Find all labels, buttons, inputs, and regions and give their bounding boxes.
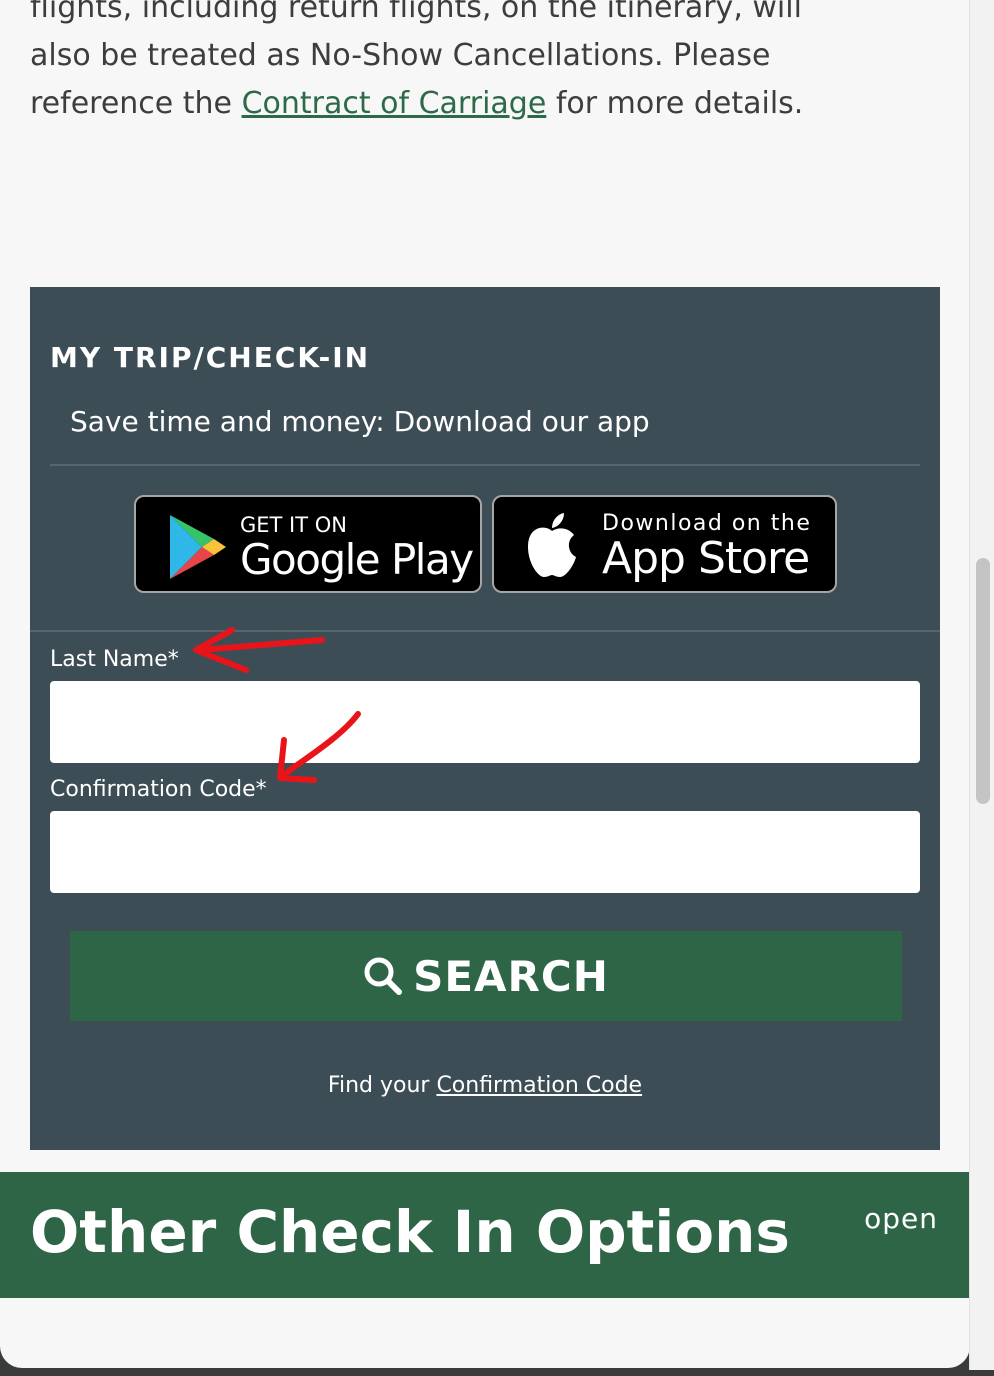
panel-title: MY TRIP/CHECK-IN (50, 341, 371, 374)
contract-of-carriage-link[interactable]: Contract of Carriage (242, 86, 547, 121)
last-name-label: Last Name* (50, 647, 179, 672)
find-confirmation-code-link[interactable]: Confirmation Code (436, 1073, 642, 1098)
confirmation-code-label: Confirmation Code* (50, 777, 267, 802)
apple-logo-icon (528, 513, 576, 577)
find-prefix: Find your (327, 1073, 437, 1098)
open-toggle[interactable]: open (864, 1202, 938, 1235)
search-icon (364, 957, 403, 995)
google-play-big-text: Google Play (240, 535, 474, 584)
last-name-input[interactable] (50, 681, 920, 763)
intro-line-1: flights, including return flights, on th… (30, 0, 802, 25)
intro-line-2: also be treated as No-Show Cancellations… (30, 38, 771, 73)
app-promo-text: Save time and money: Download our app (70, 405, 650, 438)
google-play-logo-icon (170, 515, 226, 579)
app-store-big-text: App Store (602, 533, 810, 584)
my-trip-check-in-panel: MY TRIP/CHECK-IN Save time and money: Do… (30, 287, 940, 1150)
scrollbar-thumb[interactable] (976, 558, 990, 804)
other-check-in-options-bar[interactable]: Other Check In Options open (0, 1172, 970, 1298)
cancellation-policy-text: flights, including return flights, on th… (30, 0, 930, 128)
search-button-label: SEARCH (413, 951, 609, 1001)
other-check-in-options-title: Other Check In Options (30, 1198, 790, 1266)
intro-line-3-suffix: for more details. (546, 86, 804, 121)
app-store-badge[interactable]: Download on the App Store (492, 495, 837, 593)
google-play-badge[interactable]: GET IT ON Google Play (134, 495, 482, 593)
google-play-small-text: GET IT ON (240, 513, 347, 537)
page: flights, including return flights, on th… (0, 0, 970, 1368)
intro-line-3: reference the (30, 86, 242, 121)
search-button[interactable]: SEARCH (70, 931, 902, 1021)
find-confirmation-code-text: Find your Confirmation Code (30, 1073, 940, 1098)
confirmation-code-input[interactable] (50, 811, 920, 893)
divider (50, 464, 920, 466)
scrollbar-track[interactable] (969, 0, 994, 1370)
divider (30, 630, 940, 632)
